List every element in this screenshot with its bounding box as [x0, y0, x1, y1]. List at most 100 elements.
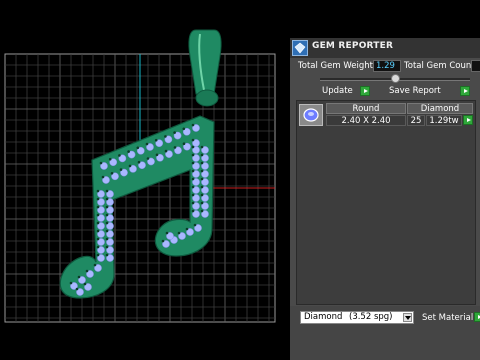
prong — [119, 168, 123, 171]
prong — [105, 205, 109, 209]
gem-list: Round Diamond 2.40 X 2.40 25 1.29tw — [296, 100, 476, 305]
prong — [110, 172, 114, 175]
prong — [105, 213, 109, 217]
prong — [164, 149, 168, 153]
prong — [200, 153, 204, 157]
prong — [182, 142, 186, 145]
prong — [165, 231, 169, 235]
prong — [137, 160, 141, 164]
update-label[interactable]: Update — [322, 86, 353, 96]
prong — [164, 135, 167, 138]
prong — [200, 161, 204, 165]
prong — [96, 229, 100, 233]
prong — [182, 127, 186, 131]
prong — [173, 131, 176, 134]
panel-title: GEM REPORTER — [312, 41, 394, 51]
prong — [161, 239, 165, 243]
update-button[interactable] — [360, 86, 370, 96]
totals-row: Total Gem Weight 1.29 Total Gem Count — [294, 60, 480, 74]
prong — [173, 146, 177, 149]
prong — [200, 209, 204, 213]
prong — [185, 227, 189, 231]
prong — [200, 201, 204, 205]
set-material-button[interactable] — [474, 312, 480, 322]
prong — [96, 221, 100, 225]
prong — [191, 201, 195, 205]
header-shape: Round — [326, 103, 406, 114]
total-weight-label: Total Gem Weight — [298, 61, 373, 71]
prong — [127, 150, 130, 153]
prong — [101, 175, 105, 179]
pendant-bail — [188, 29, 222, 95]
prong — [96, 213, 100, 217]
prong — [96, 189, 100, 193]
prong — [191, 209, 195, 213]
gem-row-button[interactable] — [463, 115, 473, 125]
total-weight-value: 1.29 — [373, 60, 401, 72]
prong — [200, 193, 204, 197]
prong — [154, 138, 158, 142]
prong — [93, 263, 97, 267]
total-count-label: Total Gem Count — [404, 61, 475, 71]
prong — [105, 197, 109, 201]
prong — [105, 229, 109, 233]
material-select[interactable]: Diamond (3.52 spg) — [300, 311, 414, 324]
prong — [105, 221, 109, 225]
material-selected: Diamond — [304, 312, 343, 322]
prong — [177, 231, 181, 235]
prong — [108, 157, 112, 161]
set-material-label[interactable]: Set Material — [422, 313, 473, 323]
total-count-value — [471, 60, 480, 72]
prong — [191, 138, 195, 142]
prong — [69, 281, 73, 285]
gem-size-cell: 2.40 X 2.40 — [326, 115, 406, 126]
prong — [146, 157, 150, 160]
size-slider-knob[interactable] — [391, 74, 400, 83]
prong — [105, 189, 109, 193]
prong — [136, 146, 140, 150]
save-report-button[interactable] — [460, 86, 470, 96]
prong — [85, 269, 89, 273]
material-bar: Diamond (3.52 spg) Set Material — [290, 306, 480, 360]
header-material: Diamond — [407, 103, 473, 114]
jump-ring — [195, 89, 219, 107]
prong — [193, 223, 197, 227]
save-report-label[interactable]: Save Report — [389, 86, 441, 96]
prong — [96, 253, 100, 257]
prong — [191, 177, 195, 181]
prong — [96, 205, 100, 209]
gem-thumbnail[interactable] — [299, 104, 323, 126]
material-sg: (3.52 spg) — [349, 312, 393, 322]
prong — [96, 245, 100, 249]
chevron-down-icon[interactable] — [403, 313, 412, 322]
prong — [200, 169, 204, 173]
gem-count-cell: 25 — [407, 115, 425, 126]
viewport-canvas[interactable] — [0, 0, 290, 360]
panel-titlebar: GEM REPORTER — [290, 38, 480, 58]
prong — [200, 145, 204, 149]
gem-weight-cell: 1.29tw — [426, 115, 462, 126]
prong — [191, 169, 195, 173]
prong — [191, 123, 195, 127]
action-row: Update Save Report — [294, 86, 476, 98]
prong — [77, 275, 81, 279]
gem-reporter-icon — [292, 40, 308, 56]
prong — [83, 282, 87, 286]
prong — [191, 145, 195, 149]
prong — [128, 164, 132, 168]
prong — [105, 237, 109, 241]
prong — [191, 193, 195, 197]
prong — [75, 287, 79, 291]
prong — [96, 197, 100, 201]
prong — [99, 161, 103, 165]
prong — [145, 142, 149, 146]
3d-viewport[interactable] — [0, 0, 290, 360]
gem-reporter-panel: GEM REPORTER Total Gem Weight 1.29 Total… — [290, 38, 480, 360]
prong — [200, 185, 204, 189]
prong — [105, 253, 109, 257]
prong — [118, 154, 121, 157]
prong — [191, 185, 195, 189]
prong — [155, 153, 159, 157]
prong — [96, 237, 100, 241]
prong — [191, 161, 195, 165]
